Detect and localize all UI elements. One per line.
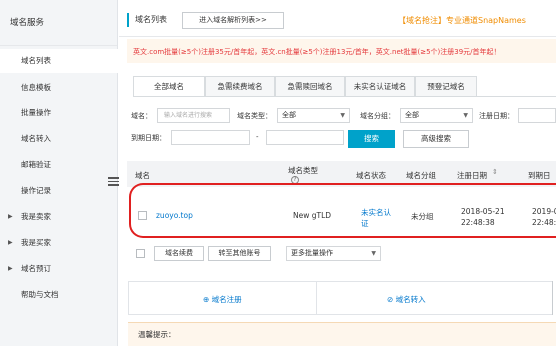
plus-icon: ⊕ — [203, 295, 212, 304]
tab-label: 急需赎回域名 — [287, 82, 333, 91]
domain-type-select[interactable]: 全部 ▼ — [277, 108, 350, 123]
select-all-checkbox[interactable] — [136, 249, 145, 258]
sidebar-item-label: 域名列表 — [21, 56, 51, 65]
sidebar-item-label: 操作记录 — [21, 186, 51, 195]
date-range-dash: - — [256, 133, 259, 141]
domain-search-input[interactable]: 输入域名进行搜索 — [157, 108, 230, 123]
sidebar-item-seller[interactable]: ▶ 我是卖家 — [0, 205, 118, 229]
menu-collapse-icon[interactable] — [108, 177, 119, 187]
price-notice-text[interactable]: 英文.com批量(≥5个)注册35元/首年起，英文.cn批量(≥5个)注册13元… — [133, 47, 501, 57]
sidebar: 域名服务 域名列表 信息模板 批量操作 域名转入 邮箱验证 操作记录 ▶ 我是卖家… — [0, 0, 118, 346]
main-content: 域名列表 进入域名解析列表>> 【域名抢注】专业通道SnapNames 英文.c… — [119, 0, 556, 346]
col-domain: 域名 — [135, 171, 150, 180]
sidebar-item-help[interactable]: 帮助与文档 — [0, 283, 118, 307]
chevron-down-icon: ▼ — [371, 250, 376, 257]
sidebar-item-label: 邮箱验证 — [21, 160, 51, 169]
sidebar-item-label: 我是买家 — [21, 238, 51, 247]
tab-need-redeem[interactable]: 急需赎回域名 — [275, 76, 345, 96]
transfer-account-button[interactable]: 转至其他账号 — [208, 246, 271, 261]
sidebar-item-preorder[interactable]: ▶ 域名预订 — [0, 257, 118, 281]
panel-edge — [552, 281, 556, 315]
tab-unverified[interactable]: 未实名认证域名 — [345, 76, 415, 96]
expire-date-start-input[interactable] — [171, 130, 250, 145]
transfer-in-link[interactable]: ⊘ 域名转入 — [387, 294, 426, 305]
select-value: 全部 — [405, 111, 419, 119]
sidebar-item-op-log[interactable]: 操作记录 — [0, 179, 118, 203]
caret-right-icon: ▶ — [8, 265, 13, 272]
tab-label: 急需续费域名 — [217, 82, 263, 91]
tip-title: 温馨提示： — [138, 330, 176, 339]
expire-date-end-input[interactable] — [266, 130, 344, 145]
sidebar-header: 域名服务 — [0, 0, 117, 46]
caret-right-icon: ▶ — [8, 213, 13, 220]
page-title-text: 域名列表 — [135, 15, 167, 24]
col-expire-date[interactable]: 到期日 — [528, 170, 551, 181]
sidebar-item-buyer[interactable]: ▶ 我是买家 — [0, 231, 118, 255]
tab-preregistered[interactable]: 预登记域名 — [415, 76, 477, 96]
transfer-icon: ⊘ — [387, 295, 396, 304]
tip-box: 温馨提示： — [128, 322, 556, 346]
sort-icon[interactable]: ⇕ — [492, 168, 498, 176]
col-status: 域名状态 — [356, 171, 386, 180]
tab-label: 未实名认证域名 — [353, 82, 407, 91]
caret-right-icon: ▶ — [8, 239, 13, 246]
action-label: 域名注册 — [211, 295, 242, 304]
action-label: 域名转入 — [395, 295, 426, 304]
sidebar-item-transfer-in[interactable]: 域名转入 — [0, 127, 118, 151]
domain-group-select[interactable]: 全部 ▼ — [400, 108, 473, 123]
dns-list-button[interactable]: 进入域名解析列表>> — [182, 12, 284, 29]
advanced-search-button[interactable]: 高级搜索 — [403, 130, 469, 148]
reg-date-label: 注册日期： — [479, 112, 514, 120]
col-reg-date[interactable]: 注册日期 — [457, 170, 487, 181]
search-button[interactable]: 搜索 — [348, 130, 395, 148]
reg-date-input[interactable] — [518, 108, 556, 123]
tab-all-domains[interactable]: 全部域名 — [133, 76, 205, 97]
select-value: 全部 — [282, 111, 296, 119]
tab-label: 全部域名 — [154, 82, 184, 91]
sidebar-item-info-template[interactable]: 信息模板 — [0, 76, 118, 100]
sidebar-item-label: 我是卖家 — [21, 212, 51, 221]
sidebar-item-label: 信息模板 — [21, 83, 51, 92]
tabs-underline — [133, 96, 556, 97]
sidebar-item-label: 帮助与文档 — [21, 290, 59, 299]
col-type: 域名类型 — [288, 166, 318, 175]
tab-label: 预登记域名 — [427, 82, 465, 91]
more-batch-select[interactable]: 更多批量操作 ▼ — [286, 246, 381, 261]
header-divider — [119, 36, 556, 37]
actions-divider — [316, 282, 317, 314]
highlight-annotation — [129, 183, 556, 238]
renew-button[interactable]: 域名续费 — [154, 246, 204, 261]
sidebar-item-domain-list[interactable]: 域名列表 — [0, 49, 118, 73]
group-filter-label: 域名分组： — [360, 112, 395, 120]
register-domain-link[interactable]: ⊕ 域名注册 — [203, 294, 242, 305]
select-value: 更多批量操作 — [291, 249, 333, 257]
title-accent — [127, 13, 129, 27]
expire-date-label: 到期日期： — [131, 134, 166, 142]
type-filter-label: 域名类型： — [237, 112, 272, 120]
sidebar-item-label: 域名转入 — [21, 134, 51, 143]
domain-filter-label: 域名： — [131, 112, 152, 120]
col-group: 域名分组 — [406, 171, 436, 180]
sidebar-item-label: 域名预订 — [21, 264, 51, 273]
sidebar-item-label: 批量操作 — [21, 108, 51, 117]
tab-need-renew[interactable]: 急需续费域名 — [205, 76, 275, 96]
price-notice: 英文.com批量(≥5个)注册35元/首年起，英文.cn批量(≥5个)注册13元… — [127, 39, 556, 63]
chevron-down-icon: ▼ — [340, 112, 345, 119]
chevron-down-icon: ▼ — [463, 112, 468, 119]
sidebar-item-batch-ops[interactable]: 批量操作 — [0, 101, 118, 125]
snapnames-promo-link[interactable]: 【域名抢注】专业通道SnapNames — [398, 15, 526, 26]
sidebar-item-email-verify[interactable]: 邮箱验证 — [0, 153, 118, 177]
quick-actions-panel: ⊕ 域名注册 ⊘ 域名转入 — [128, 281, 556, 315]
